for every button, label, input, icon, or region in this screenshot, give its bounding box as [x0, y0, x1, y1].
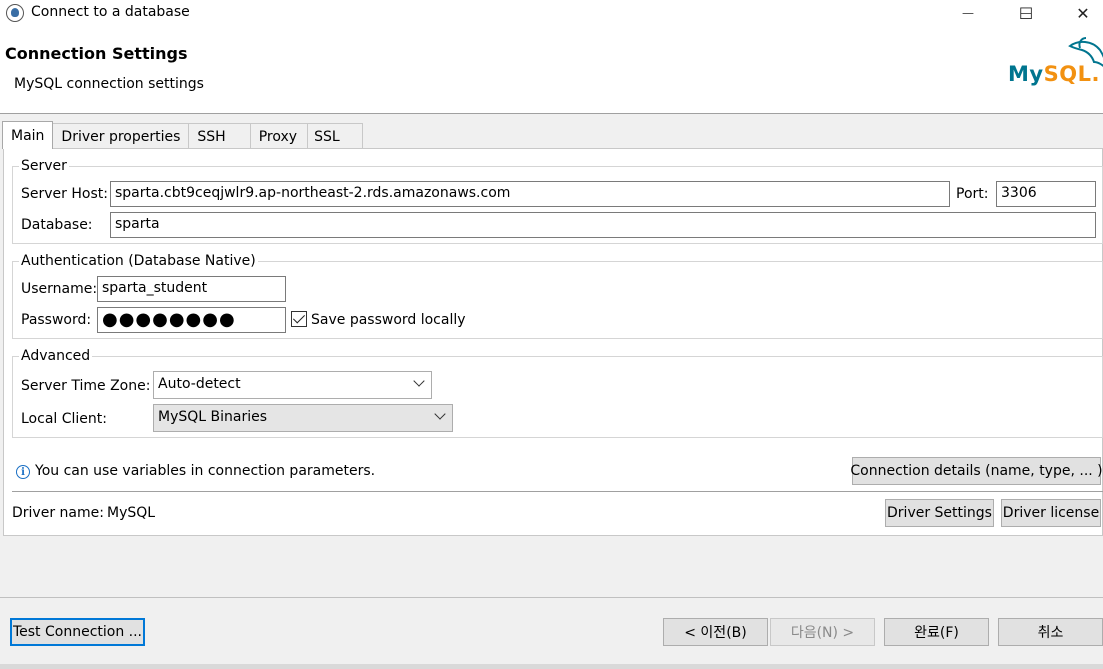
- settings-tabs: Main Driver properties SSH Proxy SSL: [2, 121, 363, 149]
- server-group: Server Server Host: sparta.cbt9ceqjwlr9.…: [12, 158, 1103, 244]
- advanced-group: Advanced Server Time Zone: Auto-detect L…: [12, 348, 1103, 438]
- driver-name-value: MySQL: [107, 505, 156, 521]
- close-button[interactable]: ✕: [1063, 0, 1103, 26]
- next-button[interactable]: 다음(N) >: [770, 618, 875, 646]
- username-label: Username:: [21, 281, 98, 297]
- driver-license-button[interactable]: Driver license: [1001, 499, 1101, 527]
- footer-divider: [0, 597, 1103, 598]
- variables-info-text: You can use variables in connection para…: [35, 463, 376, 479]
- password-label: Password:: [21, 312, 92, 328]
- tab-main[interactable]: Main: [2, 121, 54, 149]
- server-host-input[interactable]: sparta.cbt9ceqjwlr9.ap-northeast-2.rds.a…: [110, 181, 950, 207]
- timezone-select[interactable]: Auto-detect: [153, 371, 432, 399]
- cancel-button[interactable]: 취소: [998, 618, 1103, 646]
- password-input[interactable]: ●●●●●●●●: [97, 307, 286, 333]
- divider: [12, 491, 1103, 492]
- local-client-value: MySQL Binaries: [158, 409, 268, 425]
- save-password-label: Save password locally: [311, 312, 466, 328]
- minimize-icon: —: [962, 6, 974, 20]
- authentication-group: Authentication (Database Native) Usernam…: [12, 253, 1103, 339]
- authentication-legend: Authentication (Database Native): [19, 253, 258, 269]
- server-legend: Server: [19, 158, 69, 174]
- local-client-select[interactable]: MySQL Binaries: [153, 404, 453, 432]
- advanced-legend: Advanced: [19, 348, 93, 364]
- mysql-logo-text: MySQL.: [1008, 62, 1100, 86]
- driver-settings-button[interactable]: Driver Settings: [885, 499, 994, 527]
- title-bar: Connect to a database —: [0, 0, 1103, 26]
- close-icon: ✕: [1076, 3, 1090, 23]
- server-host-label: Server Host:: [21, 186, 108, 202]
- port-label: Port:: [956, 186, 989, 202]
- tab-ssh[interactable]: SSH: [188, 123, 251, 149]
- tab-proxy[interactable]: Proxy: [249, 123, 309, 149]
- maximize-icon: ☐: [1018, 3, 1034, 23]
- tab-driver-properties[interactable]: Driver properties: [52, 123, 190, 149]
- database-input[interactable]: sparta: [110, 212, 1096, 238]
- chevron-down-icon: [434, 408, 446, 420]
- maximize-button[interactable]: ☐: [1004, 0, 1048, 26]
- back-button[interactable]: < 이전(B): [663, 618, 768, 646]
- username-input[interactable]: sparta_student: [97, 276, 286, 302]
- save-password-checkbox[interactable]: [291, 311, 307, 327]
- mysql-logo: MySQL.: [1006, 36, 1103, 96]
- page-title: Connection Settings: [5, 44, 188, 63]
- page-subtitle: MySQL connection settings: [14, 76, 204, 92]
- timezone-value: Auto-detect: [158, 376, 241, 392]
- timezone-label: Server Time Zone:: [21, 378, 151, 394]
- finish-button[interactable]: 완료(F): [884, 618, 989, 646]
- info-icon: i: [16, 465, 30, 479]
- dbeaver-app-icon: [6, 4, 24, 22]
- main-tab-panel: Server Server Host: sparta.cbt9ceqjwlr9.…: [3, 148, 1103, 536]
- taskbar-edge: [0, 664, 1103, 669]
- test-connection-button[interactable]: Test Connection ...: [10, 618, 145, 646]
- database-label: Database:: [21, 217, 93, 233]
- chevron-down-icon: [413, 375, 425, 387]
- wizard-header: Connection Settings MySQL connection set…: [0, 26, 1103, 114]
- tab-ssl[interactable]: SSL: [307, 123, 363, 149]
- driver-name-label: Driver name:: [12, 505, 104, 521]
- connection-details-button[interactable]: Connection details (name, type, ... ): [850, 457, 1103, 485]
- window-title: Connect to a database: [31, 4, 190, 20]
- local-client-label: Local Client:: [21, 411, 107, 427]
- minimize-button-real[interactable]: —: [946, 0, 990, 26]
- port-input[interactable]: 3306: [996, 181, 1096, 207]
